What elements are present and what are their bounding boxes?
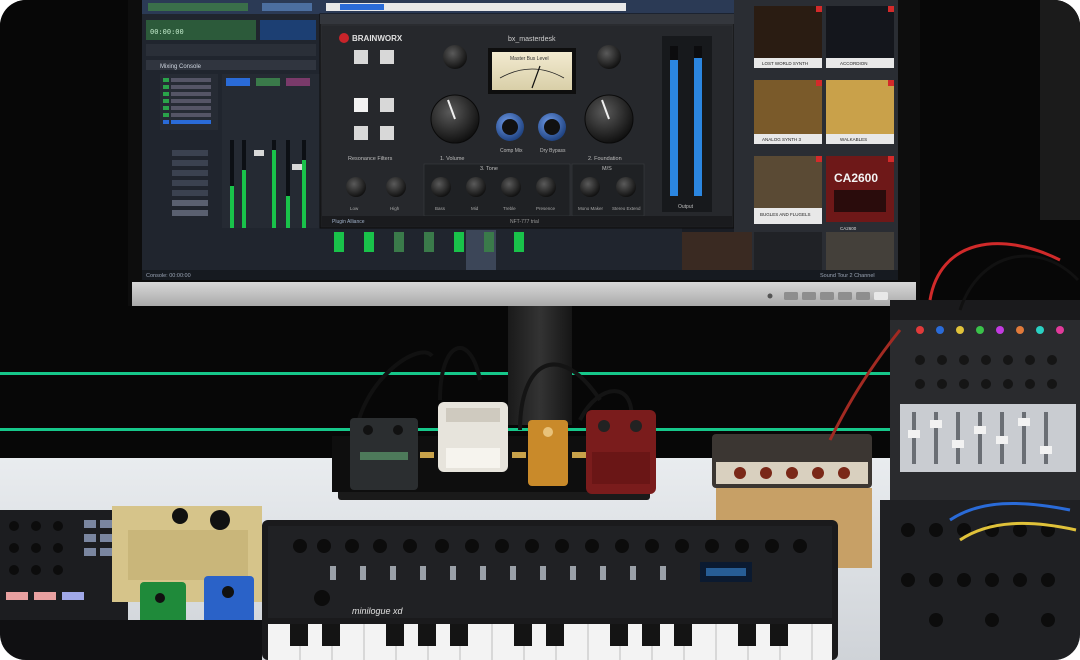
tile-6-text: CA2600 (834, 171, 878, 185)
knob-mono-maker[interactable] (580, 177, 600, 197)
plugin-footer-left: Plugin Alliance (332, 219, 365, 225)
plugin-button-3[interactable] (354, 98, 368, 112)
tile-6-label: CA2600 (840, 226, 857, 231)
tile-4-label: WALKABLES (840, 137, 867, 142)
knob-low[interactable] (346, 177, 366, 197)
plugin-button-5[interactable] (354, 126, 368, 140)
transport-time: 00:00:00 (150, 28, 184, 36)
status-left: Console: 00:00:00 (146, 273, 191, 279)
plugin-button-2[interactable] (380, 50, 394, 64)
minilogue-synth: minilogue xd (262, 520, 838, 660)
knob-label-volume: 1. Volume (440, 156, 464, 162)
slider-panel (900, 404, 1076, 472)
tile-2[interactable] (826, 6, 894, 58)
knob-label-comp-mix: Comp Mix (500, 148, 523, 154)
tile-3[interactable] (754, 80, 822, 134)
daw-toolbar-module (148, 3, 248, 11)
input-knob[interactable] (443, 45, 467, 69)
label-stereo-extend: Stereo Extend (612, 206, 641, 211)
transport-strip (146, 44, 316, 56)
studio-photo: 00:00:00 Mixing Console Console: 00:00:0… (0, 0, 1080, 660)
tile-6[interactable] (826, 156, 894, 222)
monitor-chin (132, 282, 916, 306)
knob-mid[interactable] (466, 177, 486, 197)
tile-7[interactable] (682, 232, 752, 270)
label-high: High (390, 206, 400, 211)
output-label: Output (678, 204, 694, 210)
label-low: Low (350, 206, 359, 211)
left-controller (0, 510, 128, 620)
tile-6-panel (834, 190, 886, 212)
scene: 00:00:00 Mixing Console Console: 00:00:0… (0, 0, 1080, 660)
tile-1[interactable] (754, 6, 822, 58)
tile-2-label: ACCORDION (840, 61, 868, 66)
plugin-footer-mid: NFT-777 trial (510, 219, 539, 225)
status-bar (142, 270, 898, 280)
label-mid: Mid (471, 206, 479, 211)
output-meter-right (694, 58, 702, 196)
daw-address-highlight (340, 4, 384, 10)
output-meter-left (670, 60, 678, 196)
section-ms: M/S (602, 166, 612, 172)
plugin-button-6[interactable] (380, 126, 394, 140)
knob-stereo-extend[interactable] (616, 177, 636, 197)
section-resonance: Resonance Filters (348, 156, 393, 162)
controller-knobs (9, 521, 63, 575)
brand-logo-icon (339, 33, 349, 43)
output-knob[interactable] (597, 45, 621, 69)
plugin-button-4[interactable] (380, 98, 394, 112)
mixer-title: Mixing Console (160, 64, 202, 70)
daw-toolbar-module-2 (262, 3, 312, 11)
plugin-preset: bx_masterdesk (508, 36, 556, 43)
transport-display-2 (260, 20, 316, 40)
plugin-window: BRAINWORX bx_masterdesk Master Bus Level (319, 13, 735, 229)
vu-meter-title: Master Bus Level (510, 56, 549, 62)
tile-4[interactable] (826, 80, 894, 134)
knob-high[interactable] (386, 177, 406, 197)
knob-label-dry: Dry Bypass (540, 148, 566, 154)
monitor-buttons (767, 292, 888, 300)
synth-joystick[interactable] (314, 590, 330, 606)
label-bass: Bass (435, 206, 446, 211)
left-keys-shadow (0, 620, 262, 660)
speaker-edge (1040, 0, 1080, 220)
label-treble: Treble (503, 206, 516, 211)
tile-5[interactable] (754, 156, 822, 208)
knob-presence[interactable] (536, 177, 556, 197)
status-right: Sound Tour 2 Channel (820, 273, 875, 279)
synth-label: minilogue xd (352, 606, 404, 616)
label-mono-maker: Mono Maker (578, 206, 604, 211)
plugin-brand: BRAINWORX (352, 34, 403, 43)
daw-lower-strip (142, 228, 682, 272)
tile-5-label: BUGLES AND FLUGELS (760, 212, 811, 217)
section-tone: 3. Tone (480, 166, 498, 172)
knob-bass[interactable] (431, 177, 451, 197)
knob-treble[interactable] (501, 177, 521, 197)
plugin-button-1[interactable] (354, 50, 368, 64)
knob-label-foundation: 2. Foundation (588, 156, 622, 162)
output-meter-panel (662, 36, 712, 212)
label-presence: Presence (536, 206, 556, 211)
tile-3-label: ANALOG SYNTH 3 (762, 137, 802, 142)
tile-8[interactable] (754, 232, 822, 270)
tile-9[interactable] (826, 232, 894, 270)
track-list (160, 74, 218, 130)
tile-1-label: LOST WORLD SYNTH (762, 61, 808, 66)
